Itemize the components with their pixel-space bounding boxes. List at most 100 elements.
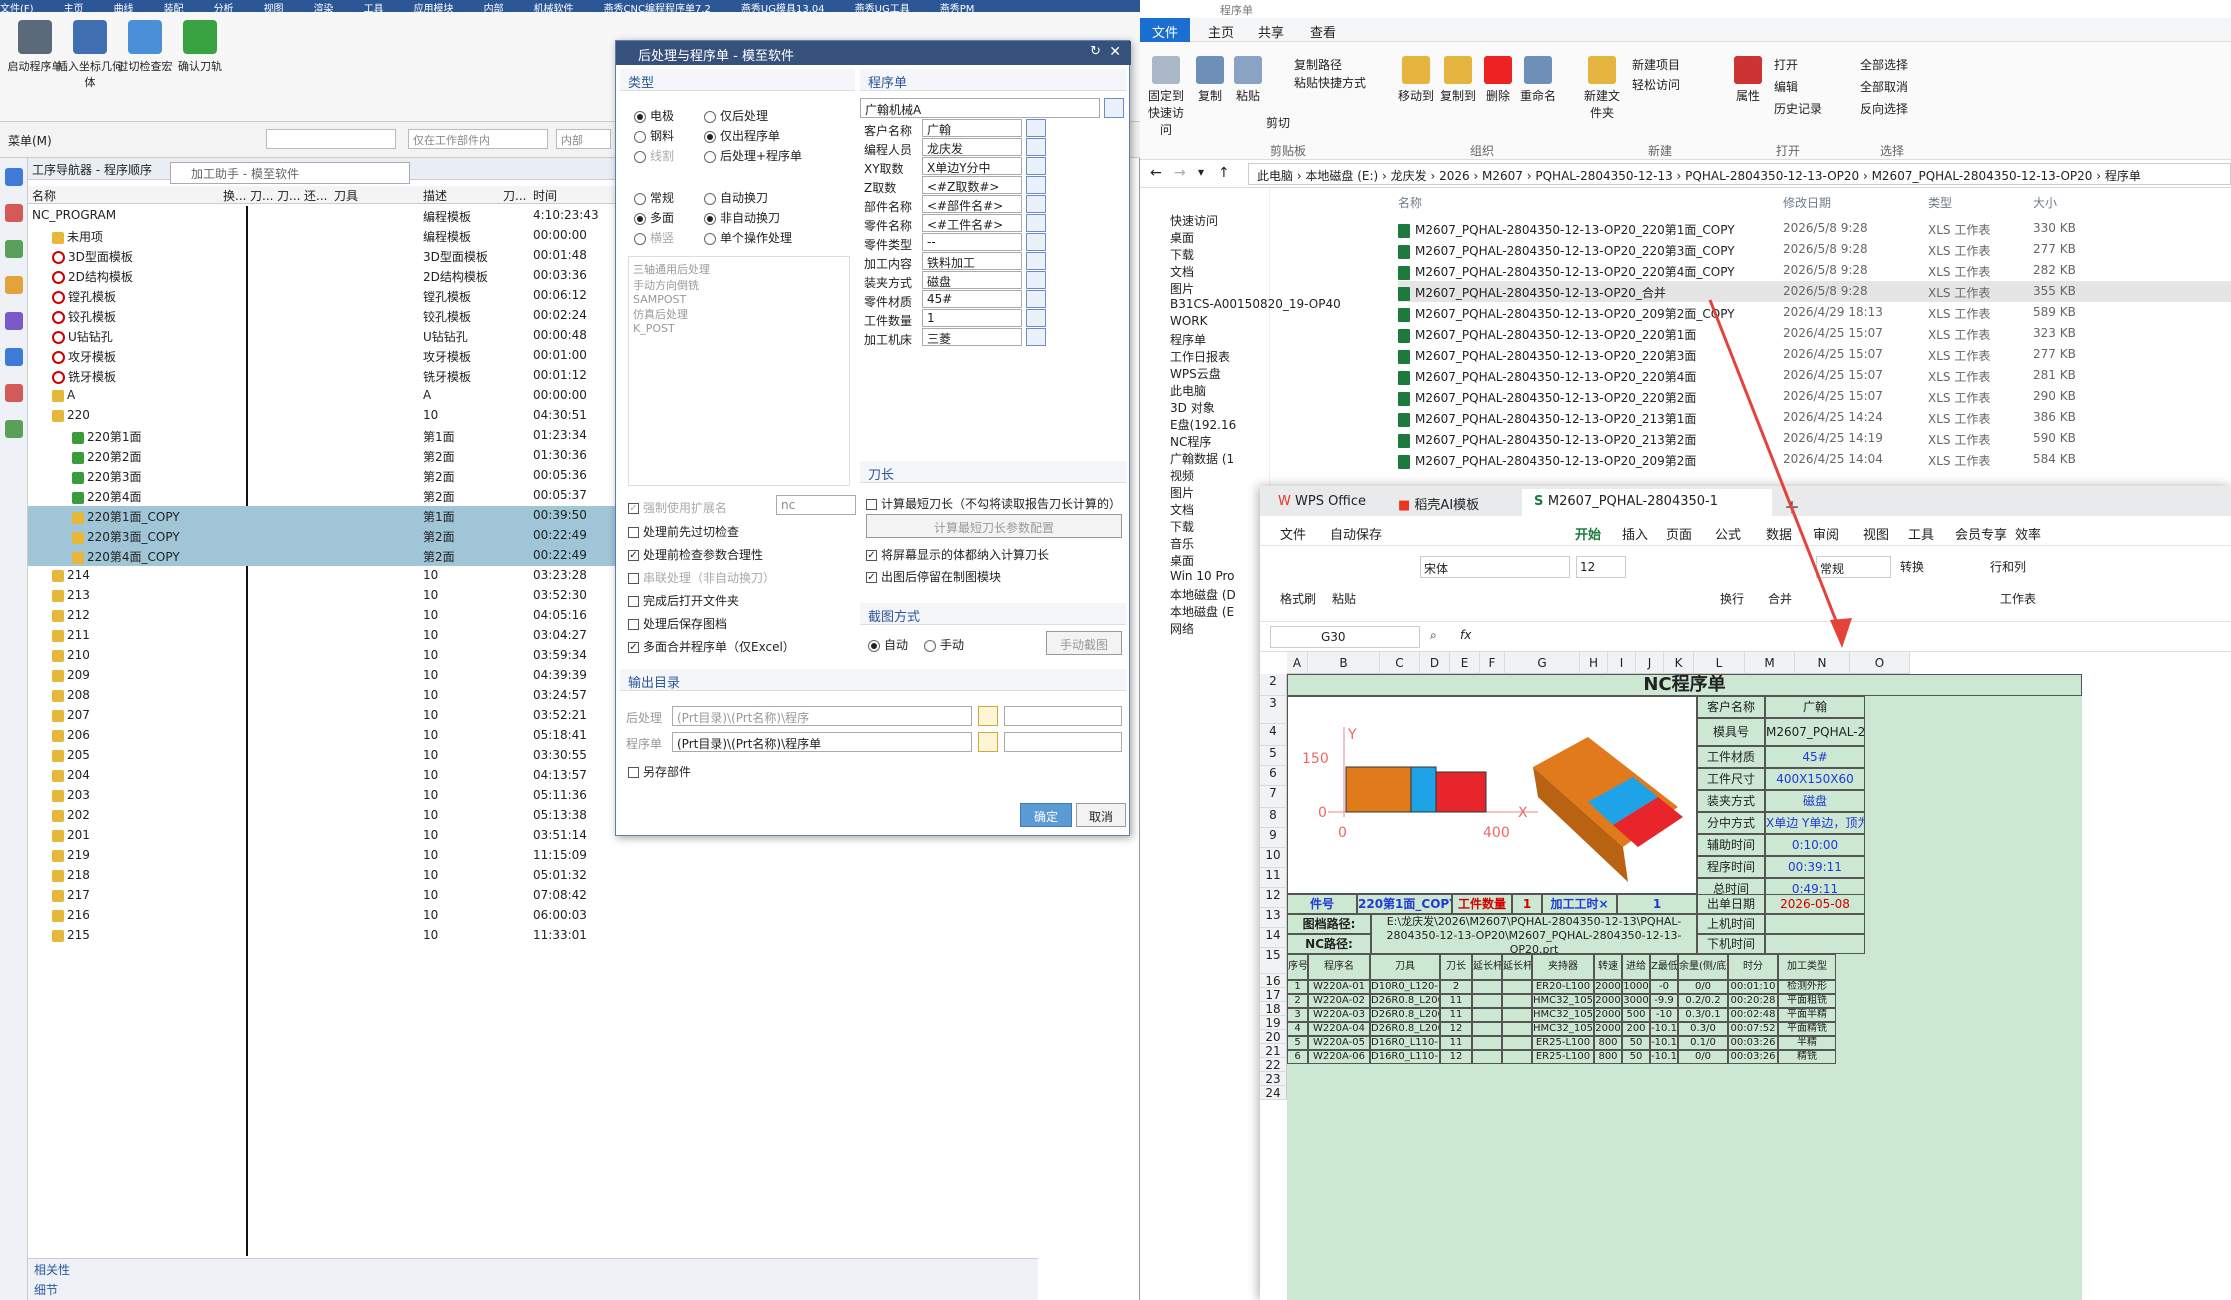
forward-icon[interactable]: → [1174, 165, 1186, 181]
menu-5[interactable]: 公式 [1715, 524, 1741, 543]
name-box[interactable]: G30 [1270, 626, 1420, 648]
row-header[interactable]: 19 [1260, 1016, 1287, 1030]
ops-header[interactable]: 加工类型 [1778, 954, 1836, 980]
hours-label[interactable]: 加工工时× [1542, 894, 1617, 914]
ops-header[interactable]: 进给 [1622, 954, 1650, 980]
field-list-icon[interactable] [1026, 271, 1046, 289]
menu-8[interactable]: 视图 [1863, 524, 1889, 543]
field-list-icon[interactable] [1026, 233, 1046, 251]
op-cell[interactable]: W220A-03 [1308, 1008, 1370, 1022]
op-cell[interactable] [1472, 980, 1502, 994]
close-icon[interactable]: ✕ [1109, 44, 1121, 60]
op-cell[interactable]: 12 [1440, 1050, 1472, 1064]
row-header[interactable]: 4 [1260, 724, 1287, 746]
tool-config-button[interactable]: 计算最短刀长参数配置 [866, 514, 1122, 538]
fx-icon[interactable]: fx [1460, 628, 1471, 642]
menu-item[interactable]: 燕秀UG模具13.04 [741, 4, 825, 12]
op-cell[interactable]: D10R0_L120-D1 [1370, 980, 1440, 994]
ops-header[interactable]: 刀长 [1440, 954, 1472, 980]
row-header[interactable]: 21 [1260, 1044, 1287, 1058]
row-header[interactable]: 20 [1260, 1030, 1287, 1044]
op-cell[interactable]: 2 [1287, 994, 1308, 1008]
folder-icon[interactable] [978, 706, 998, 726]
row-header[interactable]: 12 [1260, 888, 1287, 908]
file-row[interactable]: M2607_PQHAL-2804350-12-13-OP20_合并 2026/5/… [1398, 281, 2231, 302]
tree-item[interactable]: WORK [1170, 314, 1208, 328]
menu-item[interactable]: 装配 [164, 4, 184, 12]
recent-chevron-icon[interactable]: ▾ [1198, 165, 1204, 179]
format-painter-button[interactable]: 格式刷 [1280, 590, 1316, 607]
op-cell[interactable] [1472, 1008, 1502, 1022]
column-header[interactable]: E [1450, 652, 1480, 674]
file-row[interactable]: M2607_PQHAL-2804350-12-13-OP20_220第3面 202… [1398, 344, 2231, 365]
check-save-part[interactable]: 另存部件 [628, 763, 691, 780]
zoom-icon[interactable]: ⌕ [1430, 628, 1437, 643]
op-cell[interactable]: 1 [1287, 980, 1308, 994]
field-list-icon[interactable] [1026, 138, 1046, 156]
new-tab-icon[interactable]: ＋ [1772, 489, 1812, 517]
info-value[interactable]: 45# [1765, 746, 1865, 768]
op-cell[interactable]: 50 [1622, 1050, 1650, 1064]
rename-button[interactable]: 重命名 [1518, 56, 1558, 104]
op-cell[interactable] [1472, 1050, 1502, 1064]
op-cell[interactable] [1502, 1022, 1532, 1036]
field-input[interactable]: 龙庆发 [922, 138, 1022, 156]
select-all-button[interactable]: 全部选择 [1860, 56, 1908, 73]
op-cell[interactable]: 00:07:52 [1728, 1022, 1778, 1036]
hours-value[interactable]: 1 [1617, 894, 1697, 914]
op-cell[interactable]: 200 [1622, 1022, 1650, 1036]
column-header[interactable]: O [1850, 652, 1910, 674]
op-cell[interactable]: 00:03:26 [1728, 1036, 1778, 1050]
tree-item[interactable]: 图片 [1170, 280, 1194, 297]
path-label[interactable]: 图档路径: [1287, 914, 1371, 934]
op-cell[interactable]: 3 [1287, 1008, 1308, 1022]
qty-label[interactable]: 工件数量 [1452, 894, 1512, 914]
on-time-label[interactable]: 上机时间 [1697, 914, 1765, 934]
row-header[interactable]: 13 [1260, 908, 1287, 928]
field-list-icon[interactable] [1026, 309, 1046, 327]
tab-wps-office[interactable]: W WPS Office [1266, 489, 1378, 516]
op-cell[interactable]: 2 [1440, 980, 1472, 994]
op-cell[interactable]: ER20-L100 [1532, 980, 1594, 994]
check-stay-drafting[interactable]: ✓ 出图后停留在制图模块 [866, 568, 1001, 585]
op-cell[interactable]: -0 [1650, 980, 1678, 994]
info-label[interactable]: 客户名称 [1697, 696, 1765, 718]
row-header[interactable]: 11 [1260, 868, 1287, 888]
info-label[interactable]: 工件材质 [1697, 746, 1765, 768]
move-to-button[interactable]: 移动到 [1396, 56, 1436, 104]
menu-11[interactable]: 效率 [2015, 524, 2041, 543]
off-time-value[interactable] [1765, 934, 1865, 954]
op-cell[interactable]: ER25-L100 [1532, 1036, 1594, 1050]
row-header[interactable]: 9 [1260, 828, 1287, 848]
menu-item[interactable]: 主页 [64, 4, 84, 12]
column-header[interactable]: I [1608, 652, 1636, 674]
op-cell[interactable]: 0/0 [1678, 1050, 1728, 1064]
tab-view[interactable]: 查看 [1310, 22, 1336, 41]
tree-item[interactable]: 音乐 [1170, 535, 1194, 552]
menu-2[interactable]: 开始 [1575, 524, 1601, 543]
check-screen-bodies[interactable]: ✓ 将屏幕显示的体都纳入计算刀长 [866, 546, 1049, 563]
info-label[interactable]: 程序时间 [1697, 856, 1765, 878]
op-cell[interactable]: 12 [1440, 1022, 1472, 1036]
invert-select-button[interactable]: 反向选择 [1860, 100, 1908, 117]
table-row[interactable]: 218 10 05:01:32 [28, 866, 1038, 886]
tree-item[interactable]: 网络 [1170, 620, 1194, 637]
op-cell[interactable]: W220A-02 [1308, 994, 1370, 1008]
menu-button[interactable]: 菜单(M) [8, 132, 52, 149]
edit-button[interactable]: 编辑 [1774, 78, 1798, 95]
check-save[interactable]: 处理后保存图档 [628, 615, 727, 632]
op-cell[interactable]: ER25-L100 [1532, 1050, 1594, 1064]
tree-item[interactable]: NC程序 [1170, 433, 1211, 450]
radio-auto-tool[interactable]: 自动换刀 [704, 189, 768, 206]
nav-tool-icon[interactable] [5, 312, 23, 330]
column-header[interactable]: K [1664, 652, 1694, 674]
scope-dropdown[interactable]: 仅在工作部件内 [408, 129, 548, 149]
op-cell[interactable]: 平面粗铣 [1778, 994, 1836, 1008]
part-no-value[interactable]: 220第1面_COPY [1357, 894, 1452, 914]
radio-other[interactable]: 横竖 [634, 229, 674, 246]
easy-access-button[interactable]: 轻松访问 [1632, 76, 1680, 93]
info-value[interactable]: 广翰 [1765, 696, 1865, 718]
radio-multi[interactable]: 多面 [634, 209, 674, 226]
field-input[interactable]: 铁料加工 [922, 252, 1022, 270]
op-cell[interactable]: 半精 [1778, 1036, 1836, 1050]
